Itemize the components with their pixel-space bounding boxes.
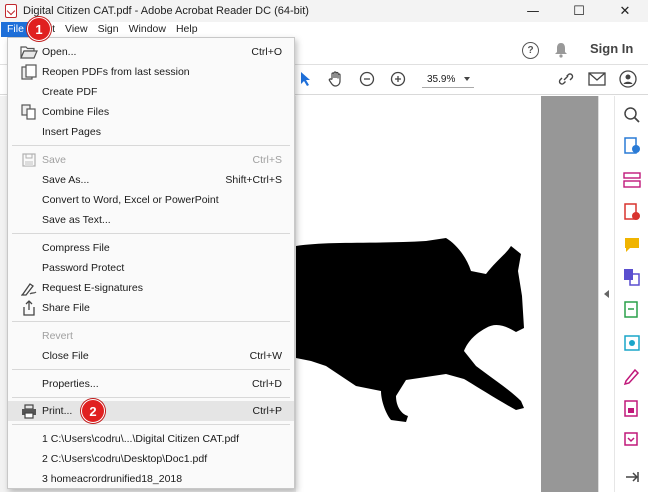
close-button[interactable]: ✕ xyxy=(602,0,648,22)
help-icon[interactable]: ? xyxy=(522,42,539,59)
menu-view[interactable]: View xyxy=(60,22,93,37)
organize-pages-icon[interactable] xyxy=(623,171,641,189)
save-icon xyxy=(20,152,38,168)
compress-icon[interactable] xyxy=(623,301,641,319)
menu-item-password-protect[interactable]: Password Protect xyxy=(8,258,294,278)
bell-icon[interactable] xyxy=(553,41,569,59)
window-controls: — ☐ ✕ xyxy=(510,0,648,22)
menu-item-create-pdf[interactable]: Create PDF xyxy=(8,82,294,102)
menu-item-print[interactable]: Print... Ctrl+P xyxy=(8,401,294,421)
recent-file-1[interactable]: 1 C:\Users\codru\...\Digital Citizen CAT… xyxy=(8,429,294,449)
more-tools-icon[interactable] xyxy=(623,432,641,450)
recent-file-2[interactable]: 2 C:\Users\codru\Desktop\Doc1.pdf xyxy=(8,449,294,469)
title-bar: Digital Citizen CAT.pdf - Adobe Acrobat … xyxy=(0,0,648,22)
hand-tool-icon[interactable] xyxy=(326,69,346,89)
protect-icon[interactable] xyxy=(623,400,641,418)
collapse-left-icon[interactable] xyxy=(599,287,615,301)
menu-separator xyxy=(12,145,290,146)
menu-separator xyxy=(12,397,290,398)
menu-item-save[interactable]: Save Ctrl+S xyxy=(8,150,294,170)
menu-separator xyxy=(12,369,290,370)
comment-icon[interactable] xyxy=(623,236,641,254)
zoom-in-icon[interactable] xyxy=(389,70,407,88)
user-add-icon[interactable] xyxy=(618,69,638,89)
chevron-down-icon xyxy=(464,77,470,81)
menu-item-share-file[interactable]: Share File xyxy=(8,298,294,318)
zoom-dropdown[interactable]: 35.9% xyxy=(422,71,474,88)
zoom-out-icon[interactable] xyxy=(358,70,376,88)
pdf-page[interactable] xyxy=(296,96,541,492)
menu-help[interactable]: Help xyxy=(171,22,203,37)
cat-silhouette-image xyxy=(296,238,524,422)
search-icon[interactable] xyxy=(623,106,641,124)
menu-item-request-esignatures[interactable]: Request E-signatures xyxy=(8,278,294,298)
step-1-badge: 1 xyxy=(27,17,51,41)
recent-file-3[interactable]: 3 homeacrordrunified18_2018 xyxy=(8,469,294,489)
share-icon xyxy=(20,300,38,316)
menu-item-save-as[interactable]: Save As... Shift+Ctrl+S xyxy=(8,170,294,190)
menu-separator xyxy=(12,424,290,425)
menu-item-close-file[interactable]: Close File Ctrl+W xyxy=(8,346,294,366)
menu-item-compress-file[interactable]: Compress File xyxy=(8,238,294,258)
menu-item-convert[interactable]: Convert to Word, Excel or PowerPoint xyxy=(8,190,294,210)
reopen-icon xyxy=(20,64,38,80)
sign-in-button[interactable]: Sign In xyxy=(590,41,633,56)
mail-icon[interactable] xyxy=(587,70,607,88)
printer-icon xyxy=(20,403,38,419)
folder-open-icon xyxy=(20,44,38,60)
select-cursor-icon[interactable] xyxy=(297,70,315,88)
window-title: Digital Citizen CAT.pdf - Adobe Acrobat … xyxy=(23,5,309,17)
menu-item-combine-files[interactable]: Combine Files xyxy=(8,102,294,122)
menu-item-open[interactable]: Open... Ctrl+O xyxy=(8,42,294,62)
page-gutter xyxy=(541,96,598,492)
menu-item-save-as-text[interactable]: Save as Text... xyxy=(8,210,294,230)
signature-icon xyxy=(20,280,38,296)
menu-window[interactable]: Window xyxy=(124,22,171,37)
fill-sign-icon[interactable] xyxy=(623,367,641,385)
expand-panel-icon[interactable] xyxy=(623,468,641,486)
menu-item-properties[interactable]: Properties... Ctrl+D xyxy=(8,374,294,394)
minimize-button[interactable]: — xyxy=(510,0,556,22)
maximize-button[interactable]: ☐ xyxy=(556,0,602,22)
menu-file[interactable]: File xyxy=(1,22,30,37)
panel-toggle[interactable] xyxy=(598,96,614,492)
zoom-value: 35.9% xyxy=(427,73,456,85)
menu-item-reopen[interactable]: Reopen PDFs from last session xyxy=(8,62,294,82)
export-pdf-icon[interactable] xyxy=(623,137,641,155)
menu-bar: File Edit View Sign Window Help xyxy=(0,22,648,37)
file-menu-dropdown: Open... Ctrl+O Reopen PDFs from last ses… xyxy=(7,37,295,489)
link-icon[interactable] xyxy=(556,70,576,88)
acrobat-app-icon xyxy=(5,4,17,18)
menu-item-insert-pages[interactable]: Insert Pages xyxy=(8,122,294,142)
step-2-badge: 2 xyxy=(81,399,105,423)
menu-separator xyxy=(12,233,290,234)
combine-icon xyxy=(20,104,38,120)
combine-files-icon[interactable] xyxy=(623,268,641,286)
menu-item-revert[interactable]: Revert xyxy=(8,326,294,346)
menu-separator xyxy=(12,321,290,322)
right-tools-panel xyxy=(614,96,648,492)
menu-sign[interactable]: Sign xyxy=(93,22,124,37)
create-pdf-icon[interactable] xyxy=(623,203,641,221)
scan-icon[interactable] xyxy=(623,334,641,352)
